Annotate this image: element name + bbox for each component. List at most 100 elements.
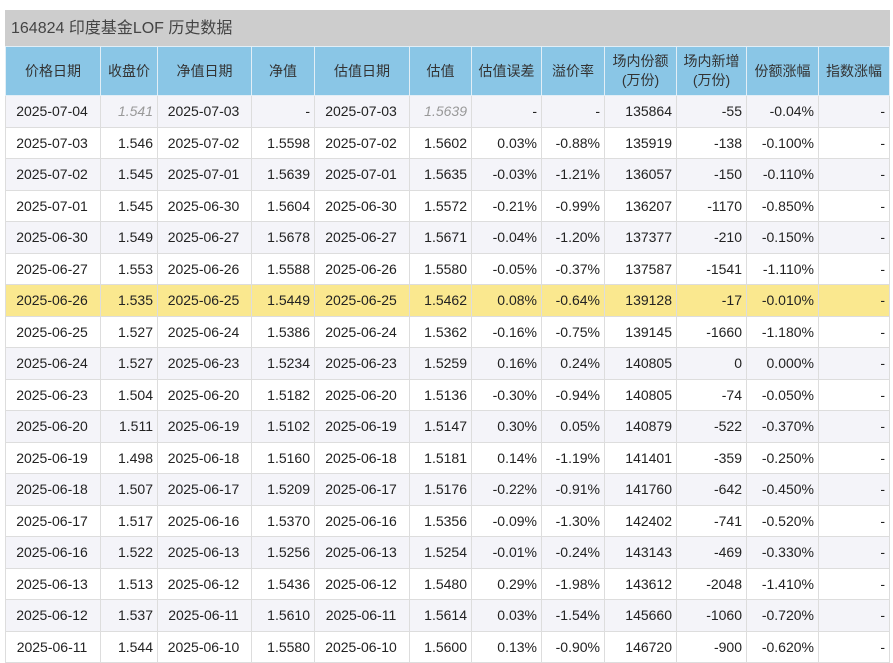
cell-index-change: -	[818, 315, 890, 348]
table-row[interactable]: 2025-06-12 1.537 2025-06-11 1.5610 2025-06-1…	[5, 599, 890, 632]
cell-premium-rate: -0.37%	[541, 252, 605, 285]
cell-nav-date: 2025-06-20	[157, 378, 252, 411]
cell-onsite-new-shares: 0	[676, 347, 747, 380]
cell-share-change: -0.370%	[746, 410, 819, 443]
panel-title: 164824 印度基金LOF 历史数据	[5, 10, 890, 46]
cell-onsite-shares: 140805	[604, 347, 677, 380]
column-header-label: 估值日期	[334, 62, 390, 79]
cell-index-change: -	[818, 126, 890, 159]
cell-price-date: 2025-06-25	[5, 315, 101, 348]
column-header-estimate[interactable]: 估值	[409, 46, 472, 96]
cell-estimate-error: 0.03%	[471, 599, 542, 632]
cell-onsite-new-shares: -210	[676, 221, 747, 254]
cell-premium-rate: -1.30%	[541, 504, 605, 537]
column-header-index-change[interactable]: 指数涨幅	[818, 46, 890, 96]
column-header-onsite-shares[interactable]: 场内份额 (万份)	[604, 46, 677, 96]
cell-estimate-error: -0.04%	[471, 221, 542, 254]
table-row[interactable]: 2025-06-23 1.504 2025-06-20 1.5182 2025-06-2…	[5, 378, 890, 411]
cell-premium-rate: -0.75%	[541, 315, 605, 348]
table-row[interactable]: 2025-06-16 1.522 2025-06-13 1.5256 2025-06-1…	[5, 536, 890, 569]
cell-estimate-date: 2025-07-02	[314, 126, 410, 159]
column-header-estimate-date[interactable]: 估值日期	[314, 46, 410, 96]
cell-estimate-error: -0.01%	[471, 536, 542, 569]
column-header-label: 指数涨幅	[826, 62, 882, 79]
cell-premium-rate: -1.20%	[541, 221, 605, 254]
cell-onsite-shares: 139128	[604, 284, 677, 317]
cell-index-change: -	[818, 441, 890, 474]
cell-onsite-shares: 139145	[604, 315, 677, 348]
cell-index-change: -	[818, 252, 890, 285]
cell-nav-date: 2025-06-24	[157, 315, 252, 348]
cell-nav-date: 2025-06-18	[157, 441, 252, 474]
cell-nav-date: 2025-06-26	[157, 252, 252, 285]
cell-estimate-date: 2025-06-12	[314, 567, 410, 600]
cell-estimate: 1.5671	[409, 221, 472, 254]
table-row[interactable]: 2025-07-03 1.546 2025-07-02 1.5598 2025-07-0…	[5, 126, 890, 159]
cell-close-price: 1.549	[100, 221, 158, 254]
cell-estimate: 1.5480	[409, 567, 472, 600]
table-row[interactable]: 2025-06-26 1.535 2025-06-25 1.5449 2025-06-2…	[5, 284, 890, 317]
cell-estimate-date: 2025-07-03	[314, 95, 410, 128]
cell-close-price: 1.522	[100, 536, 158, 569]
column-header-label: 份额涨幅	[754, 62, 811, 79]
cell-share-change: -0.050%	[746, 378, 819, 411]
cell-estimate: 1.5600	[409, 630, 472, 663]
cell-onsite-new-shares: -17	[676, 284, 747, 317]
column-header-estimate-error[interactable]: 估值误差	[471, 46, 542, 96]
cell-share-change: -0.330%	[746, 536, 819, 569]
cell-premium-rate: 0.05%	[541, 410, 605, 443]
column-header-nav-date[interactable]: 净值日期	[157, 46, 252, 96]
column-header-premium-rate[interactable]: 溢价率	[541, 46, 605, 96]
history-table: 价格日期 收盘价 净值日期 净值 估值日期 估值 估值误差 溢价率 场内份额 (万份) 场内新增 (万…	[5, 46, 890, 663]
column-header-onsite-new-shares[interactable]: 场内新增 (万份)	[676, 46, 747, 96]
cell-estimate-date: 2025-06-23	[314, 347, 410, 380]
cell-close-price: 1.535	[100, 284, 158, 317]
table-row[interactable]: 2025-06-11 1.544 2025-06-10 1.5580 2025-06-1…	[5, 630, 890, 663]
table-row[interactable]: 2025-07-04 1.541 2025-07-03-2025-07-03 1.56…	[5, 95, 890, 128]
table-row[interactable]: 2025-07-02 1.545 2025-07-01 1.5639 2025-07-0…	[5, 158, 890, 191]
table-row[interactable]: 2025-07-01 1.545 2025-06-30 1.5604 2025-06-3…	[5, 189, 890, 222]
table-row[interactable]: 2025-06-27 1.553 2025-06-26 1.5588 2025-06-2…	[5, 252, 890, 285]
cell-onsite-shares: 137377	[604, 221, 677, 254]
cell-price-date: 2025-07-02	[5, 158, 101, 191]
cell-nav: 1.5580	[251, 630, 315, 663]
column-header-price-date[interactable]: 价格日期	[5, 46, 101, 96]
table-row[interactable]: 2025-06-13 1.513 2025-06-12 1.5436 2025-06-1…	[5, 567, 890, 600]
history-panel: 164824 印度基金LOF 历史数据 价格日期 收盘价 净值日期 净值 估值日期 估值 估…	[5, 10, 890, 663]
column-header-label: (万份)	[621, 72, 660, 88]
table-row[interactable]: 2025-06-30 1.549 2025-06-27 1.5678 2025-06-2…	[5, 221, 890, 254]
cell-premium-rate: -1.19%	[541, 441, 605, 474]
cell-index-change: -	[818, 284, 890, 317]
cell-estimate: 1.5602	[409, 126, 472, 159]
cell-nav: 1.5256	[251, 536, 315, 569]
cell-close-price: 1.504	[100, 378, 158, 411]
cell-close-price: 1.517	[100, 504, 158, 537]
table-row[interactable]: 2025-06-18 1.507 2025-06-17 1.5209 2025-06-1…	[5, 473, 890, 506]
cell-estimate: 1.5572	[409, 189, 472, 222]
cell-index-change: -	[818, 630, 890, 663]
cell-index-change: -	[818, 599, 890, 632]
cell-close-price: 1.545	[100, 189, 158, 222]
column-header-share-change[interactable]: 份额涨幅	[746, 46, 819, 96]
cell-estimate-date: 2025-06-18	[314, 441, 410, 474]
table-row[interactable]: 2025-06-17 1.517 2025-06-16 1.5370 2025-06-1…	[5, 504, 890, 537]
cell-premium-rate: -	[541, 95, 605, 128]
column-header-nav[interactable]: 净值	[251, 46, 315, 96]
table-row[interactable]: 2025-06-25 1.527 2025-06-24 1.5386 2025-06-2…	[5, 315, 890, 348]
cell-nav: 1.5436	[251, 567, 315, 600]
cell-onsite-shares: 143612	[604, 567, 677, 600]
cell-onsite-new-shares: -1170	[676, 189, 747, 222]
column-header-label: 净值	[269, 62, 297, 79]
cell-close-price: 1.537	[100, 599, 158, 632]
cell-close-price: 1.513	[100, 567, 158, 600]
table-row[interactable]: 2025-06-20 1.511 2025-06-19 1.5102 2025-06-1…	[5, 410, 890, 443]
column-header-label: 价格日期	[25, 62, 81, 79]
cell-premium-rate: -0.64%	[541, 284, 605, 317]
cell-onsite-shares: 146720	[604, 630, 677, 663]
table-row[interactable]: 2025-06-19 1.498 2025-06-18 1.5160 2025-06-1…	[5, 441, 890, 474]
cell-onsite-new-shares: -522	[676, 410, 747, 443]
cell-close-price: 1.553	[100, 252, 158, 285]
column-header-close-price[interactable]: 收盘价	[100, 46, 158, 96]
cell-share-change: -0.250%	[746, 441, 819, 474]
table-row[interactable]: 2025-06-24 1.527 2025-06-23 1.5234 2025-06-2…	[5, 347, 890, 380]
